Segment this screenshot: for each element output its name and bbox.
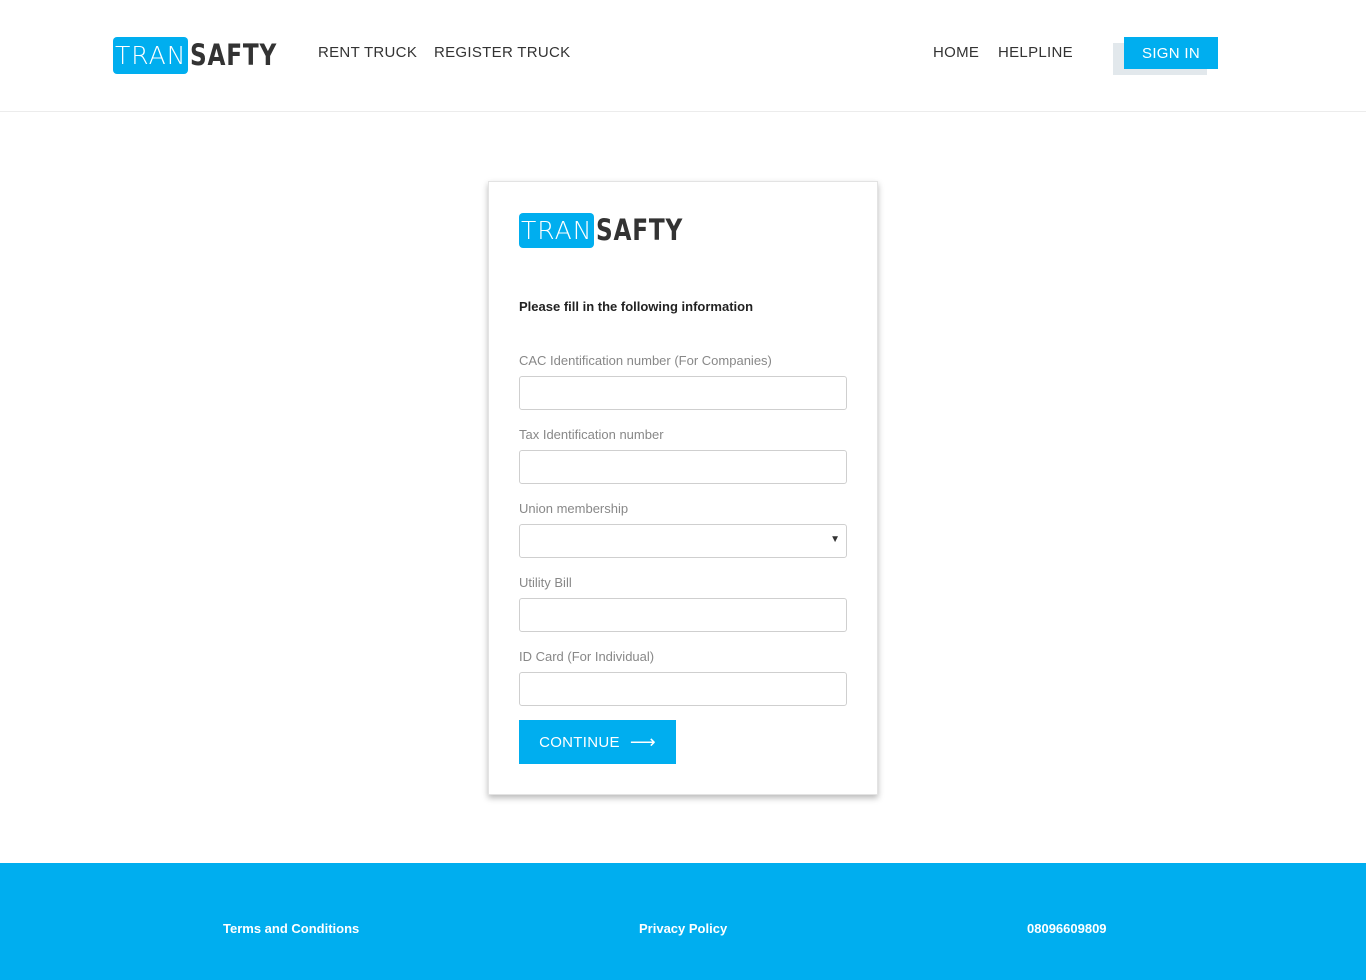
footer-terms-link[interactable]: Terms and Conditions (223, 921, 359, 936)
brand-logo[interactable]: TRAN SAFTY (113, 37, 299, 74)
cac-number-input[interactable] (519, 376, 847, 410)
form-intro-text: Please fill in the following information (519, 299, 754, 314)
footer-phone-link[interactable]: 08096609809 (1027, 921, 1107, 936)
sign-in-button[interactable]: SIGN IN (1124, 37, 1218, 69)
site-footer: Terms and Conditions Privacy Policy 0809… (0, 863, 1366, 980)
continue-button[interactable]: CONTINUE ⟶ (519, 720, 676, 764)
chevron-down-icon: ▼ (830, 534, 840, 545)
cac-number-label: CAC Identification number (For Companies… (519, 353, 772, 368)
nav-register-truck[interactable]: REGISTER TRUCK (434, 44, 570, 62)
nav-home[interactable]: HOME (933, 44, 979, 62)
arrow-right-icon: ⟶ (629, 732, 656, 752)
union-membership-select[interactable]: ▼ (519, 524, 847, 558)
brand-logo-part2: SAFTY (190, 38, 278, 72)
union-membership-label: Union membership (519, 501, 629, 516)
tax-number-input[interactable] (519, 450, 847, 484)
footer-privacy-link[interactable]: Privacy Policy (639, 921, 727, 936)
id-card-label: ID Card (For Individual) (519, 649, 655, 664)
nav-helpline[interactable]: HELPLINE (998, 44, 1073, 62)
card-brand-logo-part2: SAFTY (596, 213, 684, 247)
brand-logo-part1: TRAN (113, 37, 189, 74)
card-brand-logo: TRAN SAFTY (519, 213, 705, 248)
card-brand-logo-part1: TRAN (519, 213, 595, 248)
tax-number-label: Tax Identification number (519, 427, 664, 442)
utility-bill-input[interactable] (519, 598, 847, 632)
continue-button-label: CONTINUE (539, 733, 620, 751)
id-card-input[interactable] (519, 672, 847, 706)
site-header: TRAN SAFTY RENT TRUCK REGISTER TRUCK HOM… (0, 0, 1366, 112)
registration-card: TRAN SAFTY Please fill in the following … (488, 181, 878, 795)
utility-bill-label: Utility Bill (519, 575, 572, 590)
nav-rent-truck[interactable]: RENT TRUCK (318, 44, 417, 62)
